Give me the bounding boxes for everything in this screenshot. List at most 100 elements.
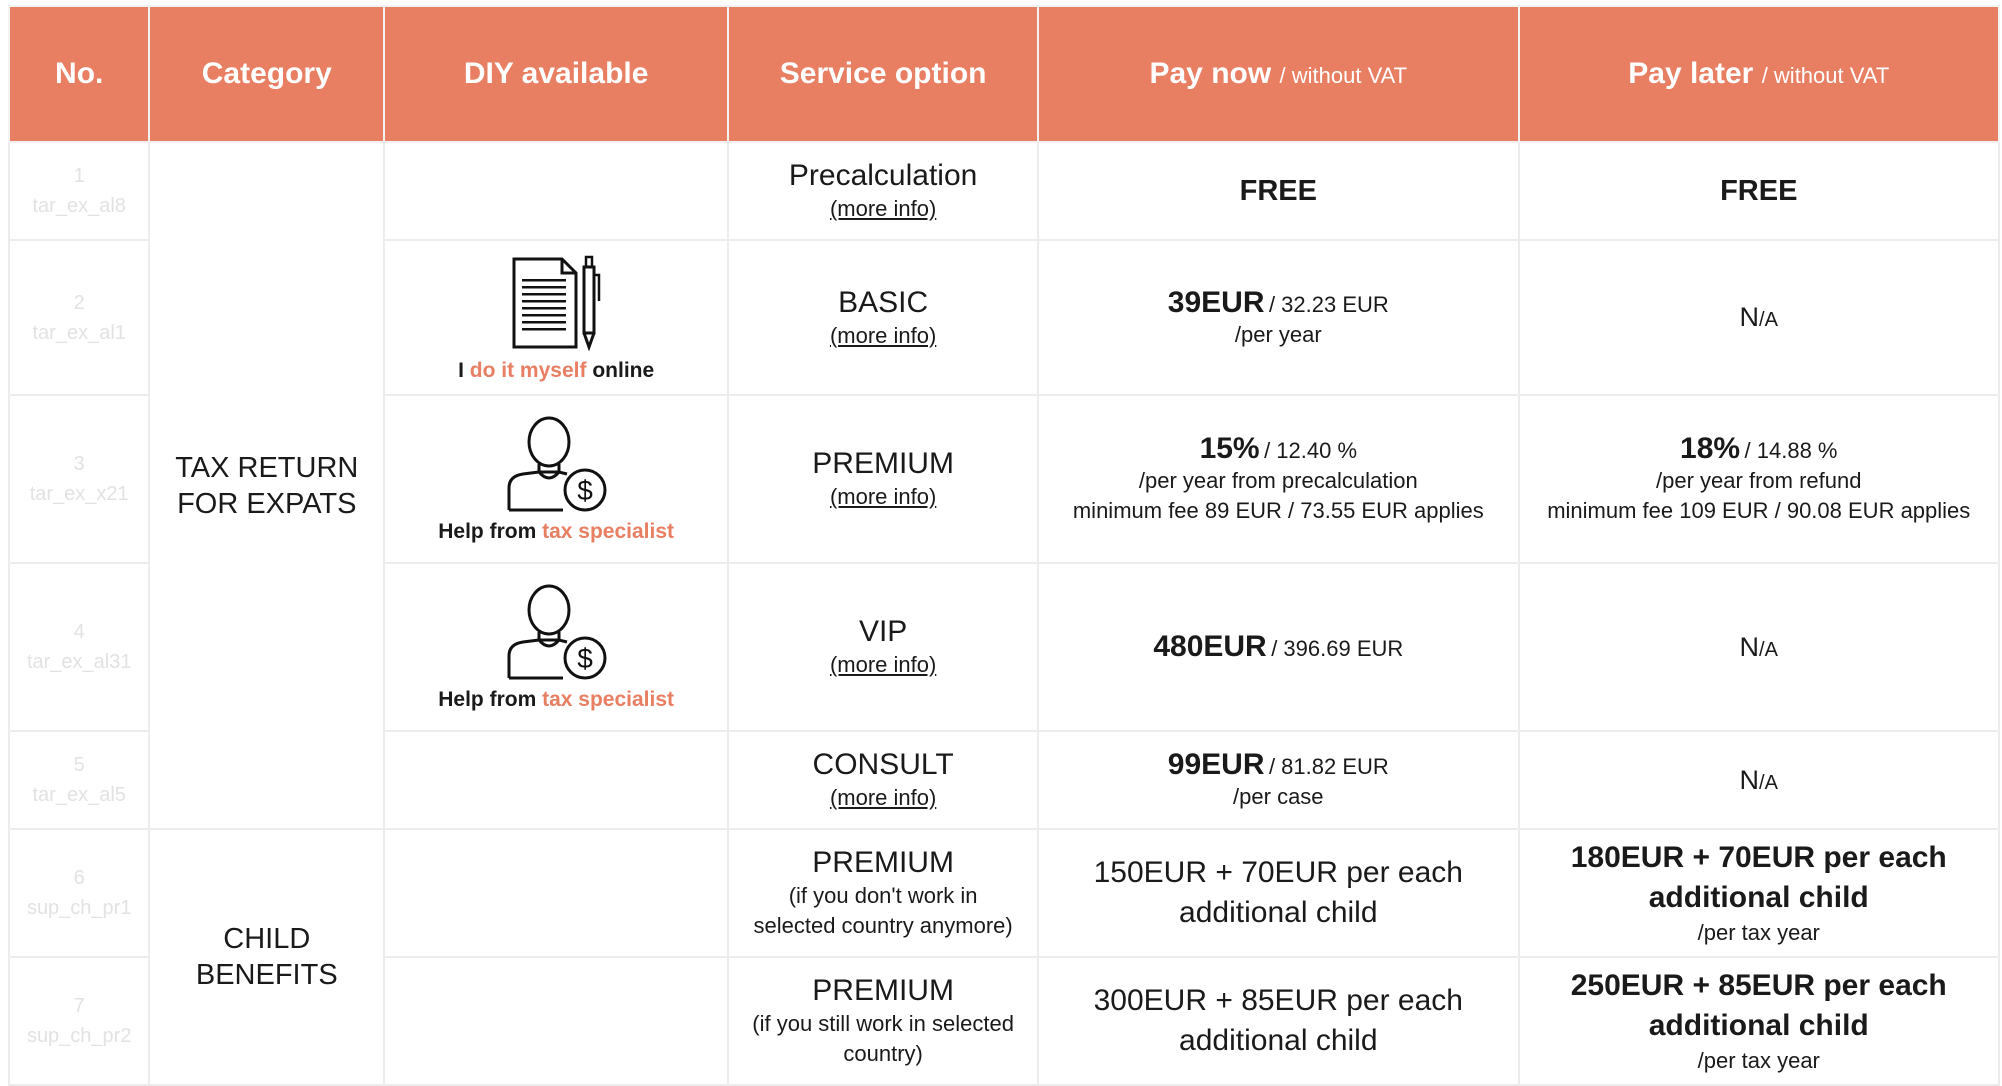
service-cell: PREMIUM (if you still work in selected c… [727, 956, 1040, 1086]
price-line: additional child [1179, 896, 1378, 929]
row-code: sup_ch_pr2 [26, 1025, 132, 1047]
service-cell: CONSULT (more info) [727, 730, 1040, 830]
caption-text: Help from [438, 688, 537, 711]
header-row: No. Category DIY available Service optio… [7, 5, 2001, 143]
pay-now-free: FREE [1239, 174, 1317, 207]
price-net: / 12.40 % [1264, 438, 1358, 463]
price: 99EUR [1167, 748, 1265, 781]
minimum-fee: minimum fee 89 EUR / 73.55 EUR applies [1072, 498, 1484, 523]
pay-now-cell: 99EUR / 81.82 EUR /per case [1037, 730, 1520, 830]
row-number: 7 [73, 995, 85, 1017]
row-code: tar_ex_al5 [32, 784, 126, 806]
pay-now-cell: 15% / 12.40 % /per year from precalculat… [1037, 394, 1520, 564]
service-note: selected country anymore) [753, 913, 1013, 938]
pay-now-sub: / without VAT [1279, 63, 1408, 88]
service-name: VIP [858, 615, 908, 648]
more-info-link[interactable]: (more info) [830, 484, 936, 509]
pricing-table: No. Category DIY available Service optio… [7, 5, 2001, 1086]
pricing-page: No. Category DIY available Service optio… [0, 0, 2002, 1086]
price-period: /per year from refund [1656, 468, 1862, 493]
diy-cell: $ Help from tax specialist [383, 562, 730, 732]
service-name: BASIC [838, 285, 929, 319]
pay-later-cell: N/A [1517, 562, 2001, 732]
price: 480EUR [1153, 630, 1267, 663]
caption-accent: tax specialist [542, 520, 675, 543]
service-name: PREMIUM [812, 974, 954, 1007]
row-number: 4 [73, 621, 85, 643]
not-available: N/A [1740, 632, 1778, 662]
more-info-link[interactable]: (more info) [830, 785, 936, 810]
header-pay-now: Pay now / without VAT [1037, 5, 1520, 143]
row-number-cell: 6 sup_ch_pr1 [7, 828, 151, 958]
service-name: CONSULT [812, 748, 954, 781]
not-available: N/A [1740, 765, 1778, 795]
pay-later-cell: N/A [1517, 730, 2001, 830]
header-category: Category [148, 5, 386, 143]
not-available: N/A [1740, 302, 1778, 332]
pay-later-cell: 18% / 14.88 % /per year from refund mini… [1517, 394, 2001, 564]
price-net: / 32.23 EUR [1268, 291, 1389, 317]
category-line: FOR EXPATS [177, 487, 357, 520]
na-small: /A [1759, 638, 1778, 661]
svg-text:$: $ [577, 475, 593, 506]
service-cell: PREMIUM (more info) [727, 394, 1040, 564]
document-pen-icon [512, 255, 601, 351]
price-line: additional child [1648, 881, 1869, 914]
diy-caption: Help from tax specialist [389, 688, 723, 712]
more-info-link[interactable]: (more info) [830, 652, 936, 677]
na-text: N [1739, 302, 1760, 332]
row-code: tar_ex_al8 [32, 195, 126, 217]
pay-now-label: Pay now [1149, 57, 1272, 90]
na-small: /A [1759, 309, 1778, 331]
price-period: /per tax year [1697, 1048, 1820, 1073]
pay-now-cell: 39EUR / 32.23 EUR /per year [1037, 239, 1520, 396]
diy-cell-empty [383, 956, 730, 1086]
category-line: CHILD [223, 923, 311, 955]
price: 15% [1199, 432, 1260, 465]
category-child-benefits: CHILD BENEFITS [148, 828, 386, 1086]
price-line: additional child [1179, 1024, 1378, 1057]
row-code: tar_ex_al1 [32, 321, 126, 344]
service-note: (if you don't work in [788, 883, 978, 908]
price-net: / 81.82 EUR [1268, 754, 1389, 779]
category-line: TAX RETURN [175, 451, 359, 484]
minimum-fee: minimum fee 109 EUR / 90.08 EUR applies [1547, 498, 1971, 523]
pay-later-cell: 180EUR + 70EUR per each additional child… [1517, 828, 2001, 958]
row-number: 6 [73, 867, 85, 889]
more-info-link[interactable]: (more info) [830, 323, 936, 348]
service-note: country) [843, 1041, 923, 1066]
price-net: / 396.69 EUR [1271, 636, 1404, 661]
price-period: /per case [1233, 784, 1324, 809]
header-diy: DIY available [383, 5, 730, 143]
caption-accent: do it myself [469, 358, 587, 382]
header-service: Service option [727, 5, 1040, 143]
row-code: sup_ch_pr1 [26, 897, 132, 919]
service-cell: VIP (more info) [727, 562, 1040, 732]
service-name: PREMIUM [812, 447, 954, 480]
pay-later-sub: / without VAT [1761, 63, 1890, 88]
tax-specialist-icon: $ [507, 416, 607, 512]
na-text: N [1739, 631, 1760, 662]
pay-now-cell: 150EUR + 70EUR per each additional child [1037, 828, 1520, 958]
pay-now-cell: 480EUR / 396.69 EUR [1037, 562, 1520, 732]
header-no: No. [7, 5, 151, 143]
row-number-cell: 3 tar_ex_x21 [7, 394, 151, 564]
tax-specialist-icon: $ [507, 584, 607, 680]
category-tax-return: TAX RETURN FOR EXPATS [148, 141, 386, 830]
service-cell: PREMIUM (if you don't work in selected c… [727, 828, 1040, 958]
category-line: BENEFITS [195, 959, 338, 991]
pay-later-free: FREE [1720, 174, 1798, 207]
caption-accent: tax specialist [542, 688, 675, 711]
service-cell: Precalculation (more info) [727, 141, 1040, 241]
row-number: 1 [73, 165, 85, 187]
na-text: N [1739, 764, 1760, 795]
diy-cell-empty [383, 828, 730, 958]
pay-now-cell: 300EUR + 85EUR per each additional child [1037, 956, 1520, 1086]
pay-later-cell: N/A [1517, 239, 2001, 396]
row-code: tar_ex_al31 [26, 651, 132, 673]
diy-cell-empty [383, 730, 730, 830]
more-info-link[interactable]: (more info) [830, 196, 936, 221]
row-number: 2 [73, 291, 85, 314]
table-row: 1 tar_ex_al8 TAX RETURN FOR EXPATS Preca… [7, 141, 2001, 830]
row-number-cell: 7 sup_ch_pr2 [7, 956, 151, 1086]
